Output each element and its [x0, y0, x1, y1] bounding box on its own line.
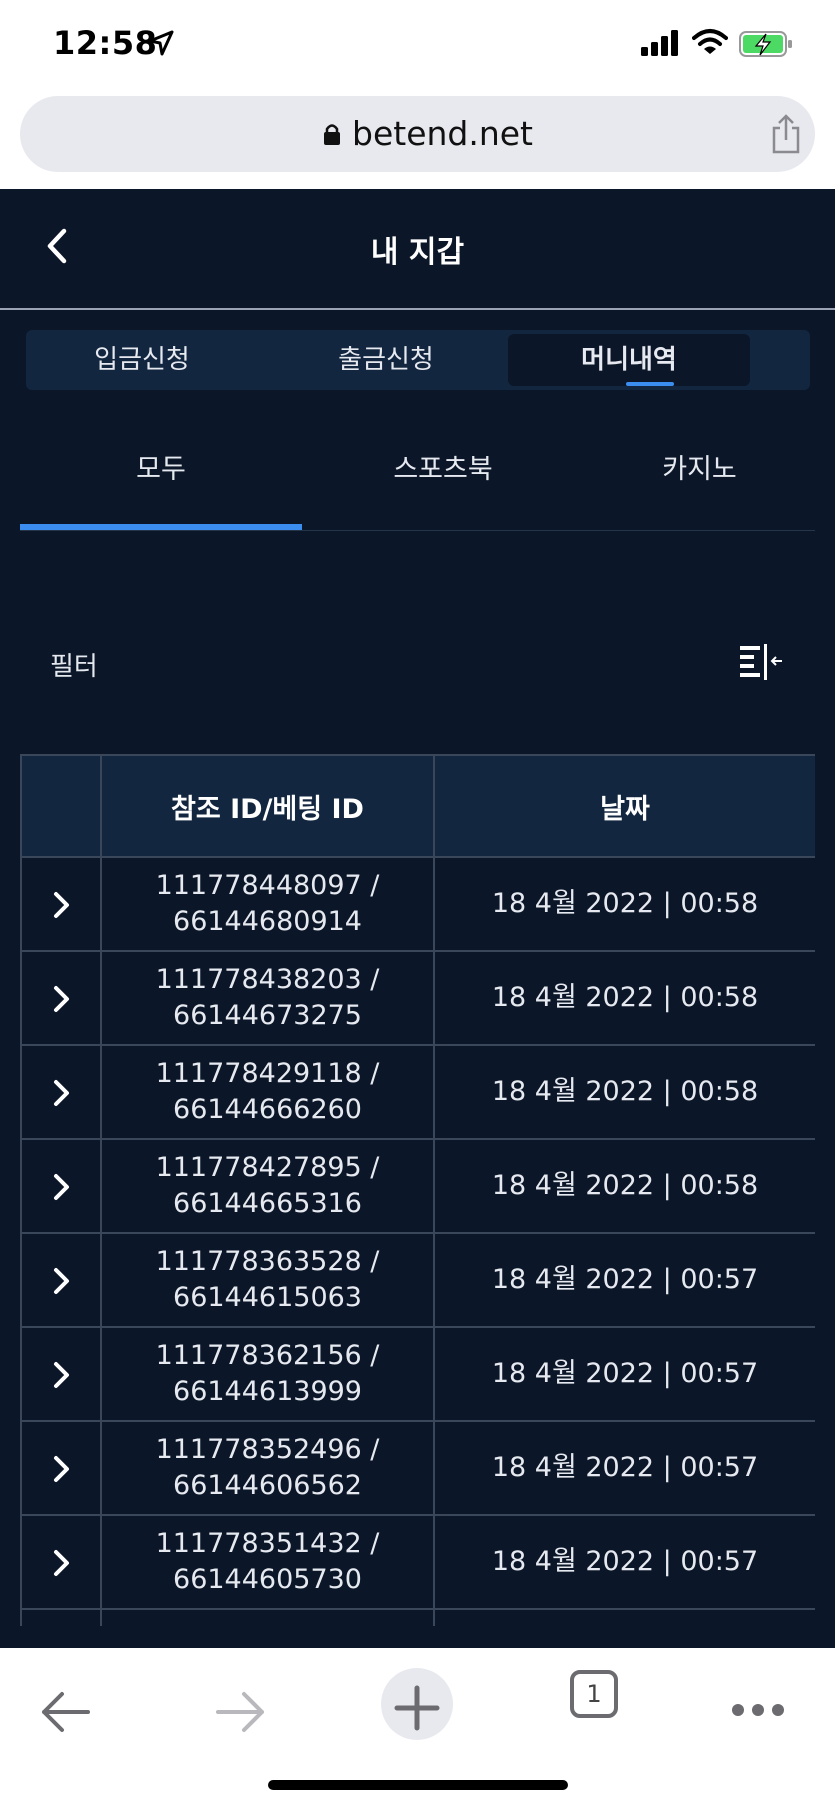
- chevron-right-icon: [54, 891, 69, 918]
- date-cell: 18 4월 2022 | 00:58: [433, 950, 815, 1046]
- bet-id: 66144615063: [173, 1282, 362, 1313]
- table-row-partial[interactable]: [20, 1608, 815, 1626]
- table-row[interactable]: 111778352496 / 66144606562 18 4월 2022 | 0…: [20, 1420, 815, 1516]
- expand-row-button[interactable]: [20, 950, 102, 1046]
- reference-id: 111778352496 /: [155, 1434, 380, 1465]
- reference-id: 111778438203 /: [155, 964, 380, 995]
- address-bar[interactable]: betend.net: [20, 96, 815, 172]
- bet-id: 66144673275: [173, 1000, 362, 1031]
- date-cell: 18 4월 2022 | 00:58: [433, 1044, 815, 1140]
- transaction-table-container: 참조 ID/베팅 ID 날짜 111778448097 / 66144680914…: [20, 754, 815, 1626]
- browser-forward-icon[interactable]: [200, 1668, 280, 1748]
- table-row[interactable]: 111778438203 / 66144673275 18 4월 2022 | 0…: [20, 950, 815, 1046]
- share-icon[interactable]: [768, 114, 804, 154]
- tab-deposit-request[interactable]: 입금신청: [26, 330, 258, 390]
- tabs-count-button[interactable]: 1: [570, 1670, 618, 1718]
- home-indicator: [268, 1780, 568, 1790]
- filter-label[interactable]: 필터: [50, 646, 98, 683]
- battery-charging-icon: [739, 31, 792, 57]
- expand-row-button[interactable]: [20, 1138, 102, 1234]
- reference-id: 111778363528 /: [155, 1246, 380, 1277]
- reference-id-cell: 111778429118 / 66144666260: [100, 1044, 435, 1140]
- bet-id: 66144613999: [173, 1376, 362, 1407]
- browser-back-icon[interactable]: [26, 1668, 106, 1748]
- cellular-signal-icon: [641, 30, 678, 56]
- expand-row-button[interactable]: [20, 1326, 102, 1422]
- bet-id: 66144680914: [173, 906, 362, 937]
- reference-id-cell: 111778448097 / 66144680914: [100, 856, 435, 952]
- bet-id: 66144665316: [173, 1188, 362, 1219]
- more-options-icon[interactable]: [718, 1668, 798, 1748]
- bet-id: 66144666260: [173, 1094, 362, 1125]
- reference-id-cell: [100, 1608, 435, 1626]
- active-category-indicator: [20, 524, 302, 530]
- date-cell: 18 4월 2022 | 00:57: [433, 1326, 815, 1422]
- chevron-right-icon: [54, 1549, 69, 1576]
- expand-row-button[interactable]: [20, 1044, 102, 1140]
- reference-id-cell: 111778427895 / 66144665316: [100, 1138, 435, 1234]
- category-divider: [20, 530, 815, 531]
- reference-id-cell: 111778352496 / 66144606562: [100, 1420, 435, 1516]
- plus-icon: [394, 1685, 440, 1731]
- category-tabs: 모두 스포츠북 카지노: [20, 430, 815, 531]
- lock-icon: [324, 124, 340, 145]
- category-tab-sportsbook[interactable]: 스포츠북: [302, 430, 584, 510]
- bet-id: 66144606562: [173, 1470, 362, 1501]
- table-header-row: 참조 ID/베팅 ID 날짜: [20, 754, 815, 858]
- expand-row-button[interactable]: [20, 1608, 102, 1626]
- header-expand-column: [20, 754, 102, 858]
- filter-collapse-icon[interactable]: [738, 642, 784, 682]
- header-date: 날짜: [433, 754, 815, 858]
- reference-id-cell: 111778362156 / 66144613999: [100, 1326, 435, 1422]
- date-cell: 18 4월 2022 | 00:57: [433, 1514, 815, 1610]
- page-title: 내 지갑: [370, 235, 465, 270]
- reference-id-cell: 111778438203 / 66144673275: [100, 950, 435, 1046]
- active-tab-indicator: [626, 382, 674, 386]
- date-cell: [433, 1608, 815, 1626]
- chevron-right-icon: [54, 1173, 69, 1200]
- expand-row-button[interactable]: [20, 1232, 102, 1328]
- date-cell: 18 4월 2022 | 00:57: [433, 1232, 815, 1328]
- date-cell: 18 4월 2022 | 00:58: [433, 1138, 815, 1234]
- table-row[interactable]: 111778363528 / 66144615063 18 4월 2022 | 0…: [20, 1232, 815, 1328]
- table-row[interactable]: 111778429118 / 66144666260 18 4월 2022 | 0…: [20, 1044, 815, 1140]
- wifi-icon: [692, 29, 728, 54]
- browser-address-area: betend.net: [0, 92, 835, 189]
- expand-row-button[interactable]: [20, 1420, 102, 1516]
- chevron-right-icon: [54, 985, 69, 1012]
- bet-id: 66144605730: [173, 1564, 362, 1595]
- reference-id-cell: 111778363528 / 66144615063: [100, 1232, 435, 1328]
- reference-id: 111778427895 /: [155, 1152, 380, 1183]
- table-row[interactable]: 111778351432 / 66144605730 18 4월 2022 | 0…: [20, 1514, 815, 1610]
- status-bar: 12:58: [0, 0, 835, 92]
- app-header: 내 지갑: [0, 189, 835, 309]
- date-cell: 18 4월 2022 | 00:57: [433, 1420, 815, 1516]
- reference-id: 111778448097 /: [155, 870, 380, 901]
- transaction-table: 참조 ID/베팅 ID 날짜 111778448097 / 66144680914…: [20, 754, 815, 1626]
- reference-id: 111778351432 /: [155, 1528, 380, 1559]
- chevron-right-icon: [54, 1267, 69, 1294]
- date-cell: 18 4월 2022 | 00:58: [433, 856, 815, 952]
- chevron-right-icon: [54, 1079, 69, 1106]
- url-text: betend.net: [352, 114, 534, 153]
- wallet-tabs: 입금신청 출금신청 머니내역: [26, 330, 810, 390]
- header-reference-id: 참조 ID/베팅 ID: [100, 754, 435, 858]
- category-tab-casino[interactable]: 카지노: [584, 430, 815, 510]
- location-arrow-icon: [148, 30, 174, 56]
- reference-id: 111778429118 /: [155, 1058, 380, 1089]
- reference-id: 111778362156 /: [155, 1340, 380, 1371]
- reference-id-cell: 111778351432 / 66144605730: [100, 1514, 435, 1610]
- chevron-right-icon: [54, 1455, 69, 1482]
- tab-withdraw-request[interactable]: 출금신청: [270, 330, 502, 390]
- tab-money-history[interactable]: 머니내역: [508, 334, 750, 386]
- status-time: 12:58: [53, 24, 158, 62]
- header-divider: [0, 308, 835, 310]
- category-tab-all[interactable]: 모두: [20, 430, 302, 510]
- table-row[interactable]: 111778362156 / 66144613999 18 4월 2022 | 0…: [20, 1326, 815, 1422]
- expand-row-button[interactable]: [20, 1514, 102, 1610]
- table-row[interactable]: 111778448097 / 66144680914 18 4월 2022 | 0…: [20, 856, 815, 952]
- chevron-right-icon: [54, 1361, 69, 1388]
- table-row[interactable]: 111778427895 / 66144665316 18 4월 2022 | 0…: [20, 1138, 815, 1234]
- expand-row-button[interactable]: [20, 856, 102, 952]
